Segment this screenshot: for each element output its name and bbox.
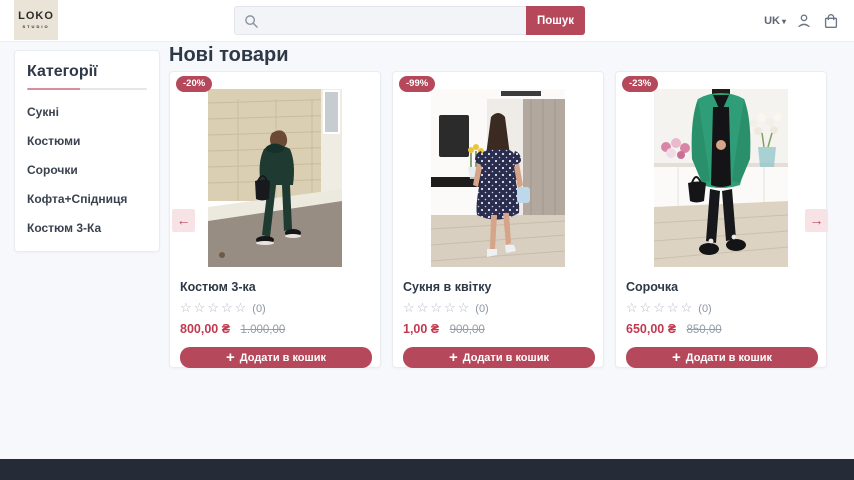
price-current: 650,00 ₴ (626, 322, 676, 336)
header-actions: UK ▾ (764, 0, 840, 42)
rating-row: ☆☆☆☆☆(0) (403, 300, 593, 316)
product-image[interactable] (208, 89, 342, 267)
star-icon: ☆ (640, 300, 654, 315)
categories-title: Категорії (27, 63, 147, 81)
add-to-cart-button[interactable]: + Додати в кошик (403, 347, 595, 368)
star-icon: ☆ (417, 300, 431, 315)
sidebar-item-suit-3pc[interactable]: Костюм 3-Ка (27, 221, 147, 235)
price-old: 850,00 (687, 324, 722, 336)
account-icon[interactable] (795, 12, 813, 30)
product-card: -99% (392, 71, 604, 368)
star-icon: ☆ (194, 300, 208, 315)
discount-badge: -23% (622, 76, 658, 92)
sidebar-item-top-skirt[interactable]: Кофта+Спідниця (27, 192, 147, 206)
star-icon: ☆ (444, 300, 458, 315)
price-old: 900,00 (450, 324, 485, 336)
search-input[interactable] (265, 14, 526, 28)
rating-row: ☆☆☆☆☆(0) (180, 300, 370, 316)
header: LOKO STUDIO Пошук UK ▾ (0, 0, 854, 42)
product-title[interactable]: Сукня в квітку (403, 280, 593, 294)
add-to-cart-label: Додати в кошик (686, 352, 772, 364)
logo-title: LOKO (18, 11, 54, 22)
language-label: UK (764, 15, 780, 27)
star-icon: ☆ (235, 300, 249, 315)
price-row: 650,00 ₴ 850,00 (626, 320, 816, 338)
cart-icon[interactable] (822, 12, 840, 30)
search-field-wrap (234, 6, 526, 35)
add-to-cart-label: Додати в кошик (240, 352, 326, 364)
price-row: 1,00 ₴ 900,00 (403, 320, 593, 338)
sidebar-item-shirts[interactable]: Сорочки (27, 163, 147, 177)
product-card: -20% Костюм 3-ка (169, 71, 381, 368)
carousel-prev-button[interactable]: ← (172, 209, 195, 232)
price-old: 1.000,00 (241, 324, 286, 336)
star-icon: ☆ (458, 300, 472, 315)
product-card: -23% (615, 71, 827, 368)
logo[interactable]: LOKO STUDIO (14, 0, 58, 40)
star-icon: ☆ (430, 300, 444, 315)
star-icon: ☆ (667, 300, 681, 315)
product-image[interactable] (431, 89, 565, 267)
rating-row: ☆☆☆☆☆(0) (626, 300, 816, 316)
star-icon: ☆ (207, 300, 221, 315)
categories-panel: Категорії Сукні Костюми Сорочки Кофта+Сп… (14, 50, 160, 252)
search-bar: Пошук (234, 6, 585, 35)
price-current: 800,00 ₴ (180, 322, 230, 336)
page-title: Нові товари (169, 44, 288, 67)
add-to-cart-button[interactable]: + Додати в кошик (180, 347, 372, 368)
star-icon: ☆ (681, 300, 695, 315)
language-selector[interactable]: UK ▾ (764, 15, 786, 27)
plus-icon: + (226, 350, 235, 365)
sidebar-item-dresses[interactable]: Сукні (27, 105, 147, 119)
plus-icon: + (672, 350, 681, 365)
discount-badge: -20% (176, 76, 212, 92)
product-carousel: -20% Костюм 3-ка (169, 71, 827, 368)
rating-count: (0) (252, 303, 265, 315)
logo-subtitle: STUDIO (22, 24, 49, 29)
rating-count: (0) (475, 303, 488, 315)
product-title[interactable]: Сорочка (626, 280, 816, 294)
product-title[interactable]: Костюм 3-ка (180, 280, 370, 294)
carousel-next-button[interactable]: → (805, 209, 828, 232)
star-icon: ☆ (626, 300, 640, 315)
discount-badge: -99% (399, 76, 435, 92)
price-row: 800,00 ₴ 1.000,00 (180, 320, 370, 338)
sidebar-item-suits[interactable]: Костюми (27, 134, 147, 148)
plus-icon: + (449, 350, 458, 365)
star-icon: ☆ (653, 300, 667, 315)
product-image[interactable] (654, 89, 788, 267)
chevron-down-icon: ▾ (782, 17, 786, 26)
price-current: 1,00 ₴ (403, 322, 439, 336)
star-icon: ☆ (180, 300, 194, 315)
search-button[interactable]: Пошук (526, 6, 585, 35)
add-to-cart-button[interactable]: + Додати в кошик (626, 347, 818, 368)
footer (0, 459, 854, 480)
star-icon: ☆ (221, 300, 235, 315)
rating-count: (0) (698, 303, 711, 315)
search-icon (244, 14, 259, 29)
add-to-cart-label: Додати в кошик (463, 352, 549, 364)
star-icon: ☆ (403, 300, 417, 315)
categories-divider (27, 88, 147, 90)
